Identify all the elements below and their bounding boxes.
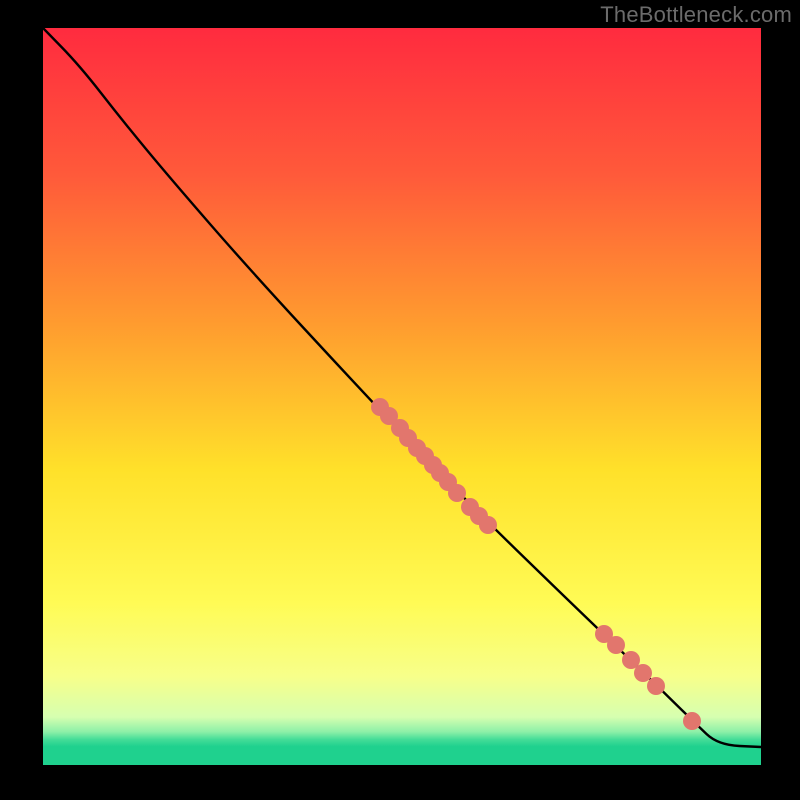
chart-stage: TheBottleneck.com bbox=[0, 0, 800, 800]
data-marker bbox=[607, 636, 625, 654]
data-marker bbox=[448, 484, 466, 502]
data-marker bbox=[647, 677, 665, 695]
chart-canvas bbox=[0, 0, 800, 800]
data-marker bbox=[634, 664, 652, 682]
data-marker bbox=[683, 712, 701, 730]
watermark-text: TheBottleneck.com bbox=[600, 2, 792, 28]
data-marker bbox=[479, 516, 497, 534]
gradient-background bbox=[43, 28, 761, 765]
